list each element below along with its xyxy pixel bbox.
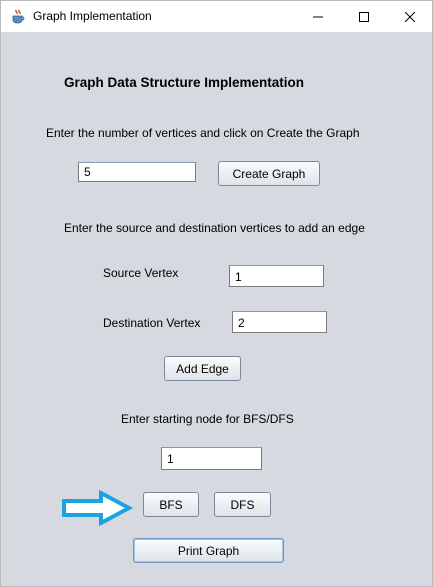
- window-title: Graph Implementation: [33, 9, 152, 23]
- edge-prompt: Enter the source and destination vertice…: [64, 221, 365, 235]
- java-coffee-cup-icon: [12, 9, 25, 24]
- close-icon: [405, 11, 415, 22]
- destination-vertex-input[interactable]: 2: [232, 311, 327, 333]
- title-bar[interactable]: Graph Implementation: [1, 1, 432, 32]
- right-arrow-icon: [62, 490, 133, 526]
- vertices-count-input[interactable]: 5: [78, 162, 196, 182]
- dfs-button[interactable]: DFS: [214, 492, 271, 517]
- maximize-button[interactable]: [341, 1, 387, 32]
- start-node-input[interactable]: 1: [161, 447, 262, 470]
- source-vertex-label: Source Vertex: [103, 266, 179, 280]
- bfs-button[interactable]: BFS: [143, 492, 199, 517]
- vertices-prompt: Enter the number of vertices and click o…: [46, 126, 360, 140]
- start-node-prompt: Enter starting node for BFS/DFS: [121, 412, 294, 426]
- maximize-icon: [359, 11, 369, 22]
- page-heading: Graph Data Structure Implementation: [64, 75, 305, 90]
- print-graph-button[interactable]: Print Graph: [133, 538, 284, 563]
- app-window: Graph Implementation Graph Data Structur…: [0, 0, 433, 587]
- source-vertex-input[interactable]: 1: [229, 265, 324, 287]
- create-graph-button[interactable]: Create Graph: [218, 161, 320, 186]
- minimize-button[interactable]: [295, 1, 341, 32]
- destination-vertex-label: Destination Vertex: [103, 316, 201, 330]
- minimize-icon: [313, 16, 323, 17]
- close-button[interactable]: [387, 1, 433, 32]
- add-edge-button[interactable]: Add Edge: [164, 356, 241, 381]
